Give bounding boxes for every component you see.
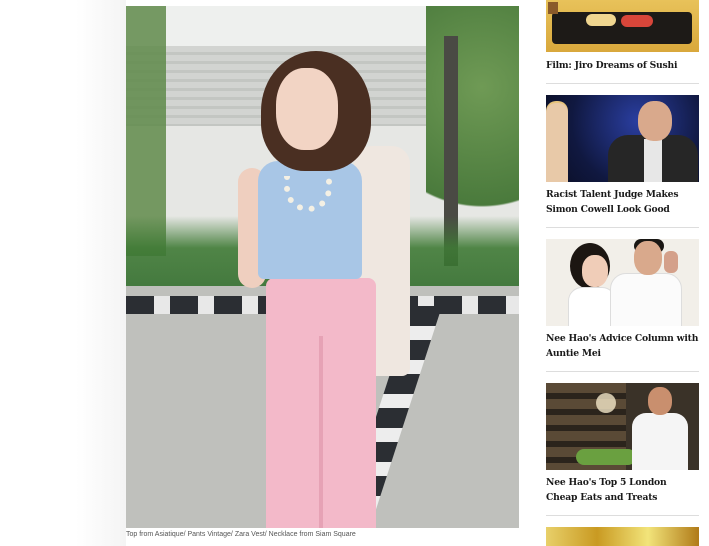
thumbnail-advice-column[interactable] [546, 239, 699, 326]
thumbnail-talent-judge[interactable] [546, 95, 699, 182]
related-articles-sidebar: Film: Jiro Dreams of Sushi Racist Talent… [546, 0, 699, 546]
thumbnail-sushi[interactable] [546, 0, 699, 52]
divider [546, 227, 699, 228]
article-link-title[interactable]: Racist Talent Judge Makes Simon Cowell L… [546, 188, 699, 217]
article-link-title[interactable]: Nee Hao's Top 5 London Cheap Eats and Tr… [546, 476, 699, 505]
thumbnail-chef[interactable] [546, 383, 699, 470]
divider [546, 371, 699, 372]
divider [546, 515, 699, 516]
article-link-title[interactable]: Nee Hao's Advice Column with Auntie Mei [546, 332, 699, 361]
article-photo[interactable] [126, 6, 519, 528]
thumbnail-food[interactable] [546, 527, 699, 546]
page-margin [0, 0, 126, 546]
photo-caption: Top from Asiatique/ Pants Vintage/ Zara … [126, 531, 356, 538]
article-link-title[interactable]: Film: Jiro Dreams of Sushi [546, 59, 699, 74]
divider [546, 83, 699, 84]
